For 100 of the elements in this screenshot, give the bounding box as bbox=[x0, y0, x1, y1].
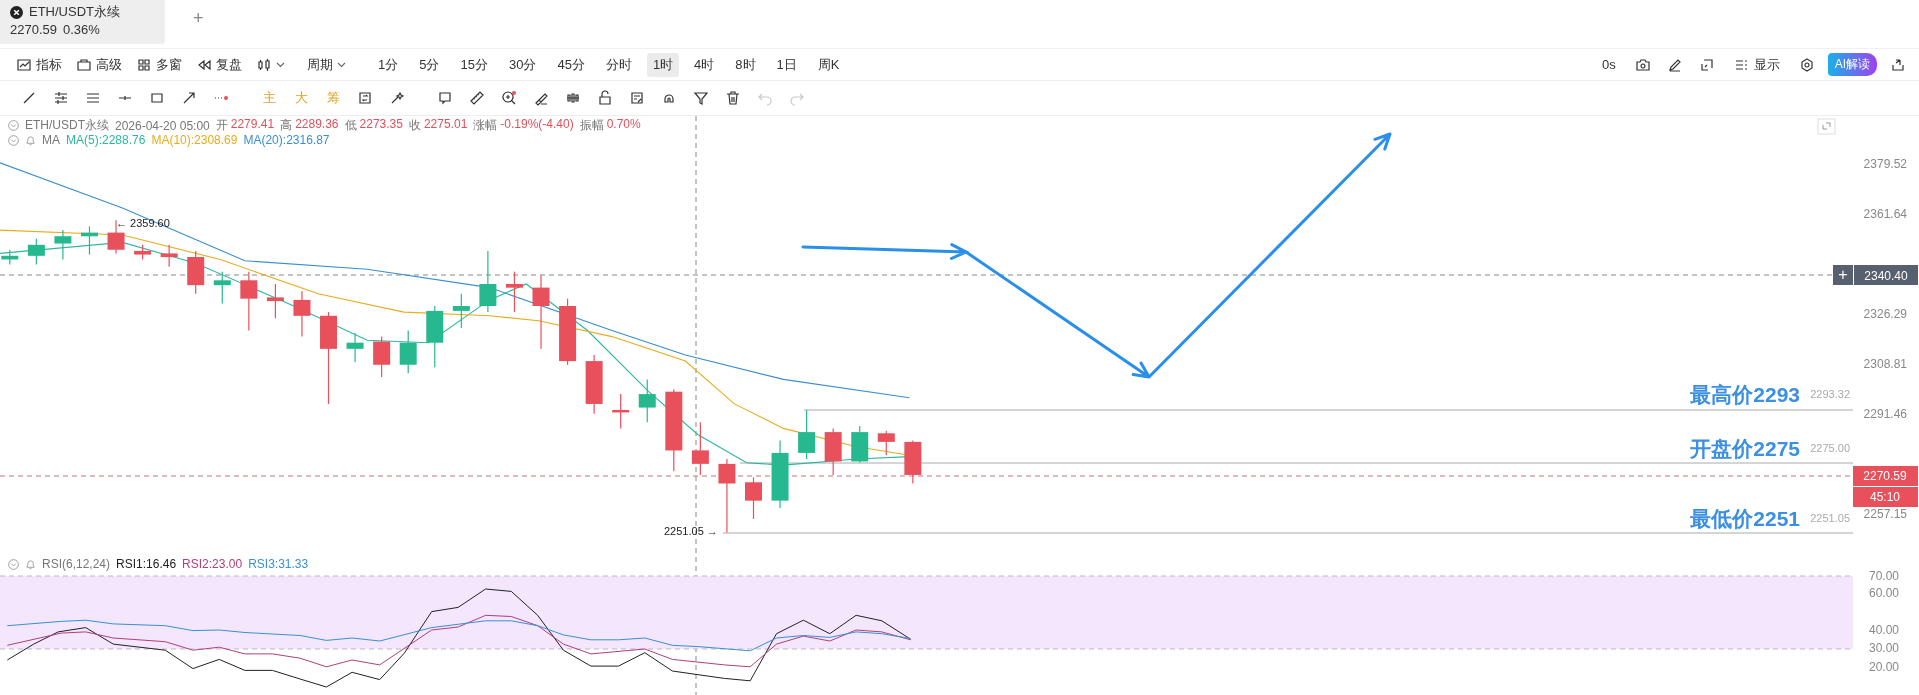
candle bbox=[426, 305, 444, 368]
field-value: 2279.41 bbox=[230, 117, 275, 133]
candle bbox=[54, 229, 72, 261]
wand-icon bbox=[389, 90, 405, 106]
candle bbox=[585, 354, 603, 415]
rsi-value: RSI2:23.00 bbox=[182, 557, 243, 571]
interval-tab[interactable]: 45分 bbox=[551, 52, 591, 77]
candle bbox=[346, 332, 364, 363]
crosshair-price: 2340.40 bbox=[1854, 265, 1918, 285]
candle bbox=[904, 440, 922, 485]
tab-title: ETH/USDT永续 bbox=[29, 3, 120, 21]
line-icon bbox=[21, 90, 37, 106]
interval-tab[interactable]: 分时 bbox=[599, 52, 638, 77]
tab-price: 2270.59 bbox=[10, 22, 57, 37]
toolbar-button[interactable]: 高级 bbox=[70, 52, 128, 77]
candle bbox=[107, 219, 125, 254]
toolbar-button[interactable]: 多窗 bbox=[130, 52, 188, 77]
line-price: 2293.32 bbox=[1810, 388, 1850, 400]
low-marker: 2251.05 → bbox=[664, 525, 718, 537]
toolbar-button[interactable]: 指标 bbox=[10, 52, 68, 77]
interval-tab[interactable]: 30分 bbox=[502, 52, 543, 77]
rectangle-icon bbox=[149, 90, 165, 106]
interval-tab[interactable]: 1日 bbox=[770, 52, 803, 77]
field-value: -0.19%(-4.40) bbox=[500, 117, 574, 133]
countdown: 45:10 bbox=[1853, 487, 1918, 507]
candle bbox=[745, 476, 762, 520]
interval-tab[interactable]: 1分 bbox=[372, 52, 405, 77]
line-price: 2251.05 bbox=[1810, 512, 1850, 524]
field-label: 振幅 bbox=[579, 117, 604, 134]
interval-tab[interactable]: 4时 bbox=[688, 52, 721, 77]
price-tick: 2257.15 bbox=[1863, 507, 1907, 521]
candle bbox=[479, 250, 497, 313]
swap-icon bbox=[357, 90, 373, 106]
toolbar-button[interactable]: 复盘 bbox=[190, 52, 248, 77]
candle bbox=[160, 244, 178, 268]
interval-tab[interactable]: 15分 bbox=[454, 52, 494, 77]
field-label: 开 bbox=[215, 117, 228, 134]
candle bbox=[293, 290, 311, 338]
last-price: 2270.59 bbox=[1853, 466, 1918, 486]
interval-tab[interactable]: 8时 bbox=[729, 52, 762, 77]
candle bbox=[638, 378, 656, 423]
field-label: 涨幅 bbox=[473, 117, 498, 134]
caret-icon bbox=[337, 61, 346, 68]
rsi-value: RSI3:31.33 bbox=[248, 557, 309, 571]
field-value: 0.70% bbox=[606, 117, 641, 133]
chart-icon bbox=[16, 56, 32, 73]
field-value: 2289.36 bbox=[295, 117, 339, 133]
sliders-icon bbox=[53, 90, 69, 106]
period-dropdown[interactable]: 周期 bbox=[301, 52, 352, 77]
line-price: 2275.00 bbox=[1810, 442, 1850, 454]
ma-value: MA(5):2288.76 bbox=[66, 133, 146, 147]
price-annotation: 开盘价2275 bbox=[1690, 437, 1800, 460]
lines-icon bbox=[85, 90, 101, 106]
candle bbox=[213, 271, 231, 305]
interval-tab[interactable]: 周K bbox=[811, 52, 846, 77]
arrow-icon bbox=[181, 90, 197, 106]
candle bbox=[612, 393, 630, 429]
candle bbox=[691, 421, 709, 476]
legend-time: 2026-04-20 05:00 bbox=[115, 118, 210, 133]
candle bbox=[373, 336, 391, 378]
tab-change: 0.36% bbox=[63, 22, 100, 37]
ai-button[interactable]: AI解读 bbox=[1827, 53, 1877, 76]
candle bbox=[134, 244, 152, 261]
symbol-tab[interactable]: ETH/USDT永续 2270.59 0.36% bbox=[0, 0, 165, 44]
trash-icon bbox=[725, 90, 741, 106]
interval-tab[interactable]: 5分 bbox=[413, 52, 446, 77]
interval-tab[interactable]: 1时 bbox=[646, 52, 680, 77]
candle bbox=[771, 440, 789, 509]
close-icon[interactable] bbox=[10, 5, 23, 19]
rsi-tick: 40.00 bbox=[1868, 623, 1899, 637]
camera-icon bbox=[1634, 56, 1651, 73]
rsi-tick: 20.00 bbox=[1868, 660, 1899, 674]
price-tick: 2291.46 bbox=[1863, 407, 1907, 421]
legend-symbol: ETH/USDT永续 bbox=[25, 117, 109, 134]
ruler-icon bbox=[469, 90, 485, 106]
price-tick: 2379.52 bbox=[1863, 157, 1907, 171]
add-tab-button[interactable]: + bbox=[189, 8, 208, 29]
field-label: 低 bbox=[344, 117, 357, 134]
bars-icon bbox=[565, 90, 581, 106]
candle bbox=[851, 425, 869, 464]
field-label: 高 bbox=[280, 117, 293, 134]
field-value: 2273.35 bbox=[359, 117, 403, 133]
candle bbox=[798, 409, 816, 460]
ma-value: MA(10):2308.69 bbox=[151, 133, 238, 147]
zoom-icon bbox=[501, 90, 517, 106]
bell-icon[interactable] bbox=[25, 134, 36, 146]
share-icon bbox=[1890, 56, 1906, 73]
edit-icon bbox=[629, 90, 645, 106]
caret-icon bbox=[276, 61, 285, 68]
candle bbox=[240, 271, 258, 332]
display-button[interactable]: 显示 bbox=[1727, 52, 1786, 77]
field-label: 收 bbox=[408, 117, 421, 134]
indicator-name: RSI(6,12,24) bbox=[42, 557, 111, 571]
candle bbox=[1, 249, 19, 265]
bell-icon[interactable] bbox=[25, 558, 36, 570]
price-annotation: 最高价2293 bbox=[1690, 383, 1800, 406]
timer-button[interactable]: 0s bbox=[1595, 54, 1622, 75]
filter-icon bbox=[693, 90, 709, 106]
add-button[interactable]: + bbox=[1833, 265, 1853, 285]
rsi-value: RSI1:16.46 bbox=[116, 557, 177, 571]
